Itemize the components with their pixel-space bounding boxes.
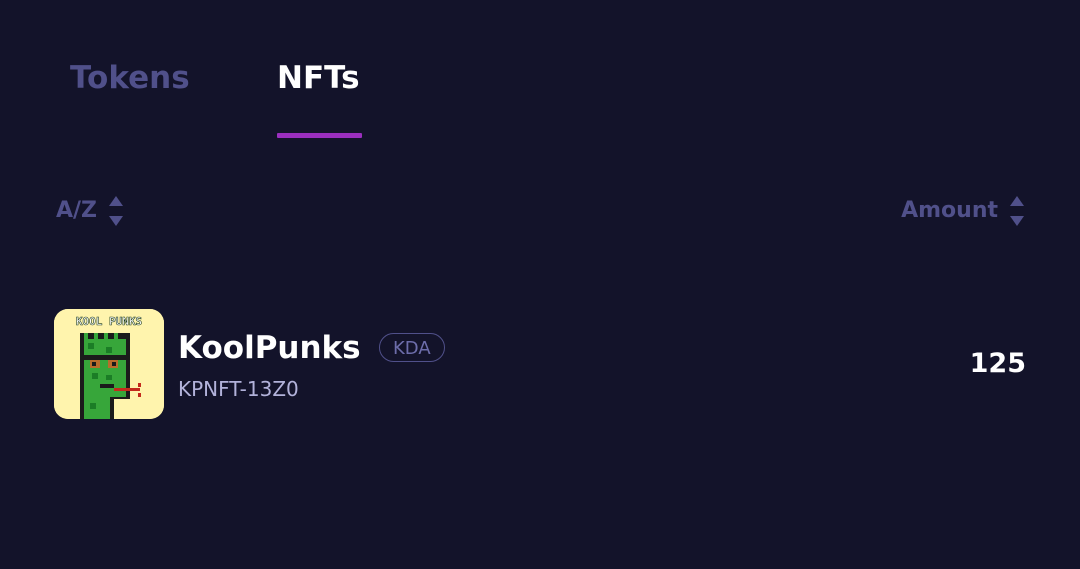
sort-amount-label: Amount: [901, 198, 998, 223]
sort-by-name-button[interactable]: A/Z: [56, 196, 124, 226]
tab-tokens[interactable]: Tokens: [70, 58, 190, 98]
nft-list-item[interactable]: KOOL PUNKS KoolPunks KDA KPNFT-13Z0 125: [54, 309, 1026, 419]
active-tab-indicator: [277, 133, 362, 138]
nft-amount: 125: [969, 348, 1026, 379]
nft-name: KoolPunks: [178, 330, 361, 366]
nft-thumbnail: KOOL PUNKS: [54, 309, 164, 419]
tab-nfts[interactable]: NFTs: [277, 58, 360, 98]
thumbnail-logo-text: KOOL PUNKS: [76, 315, 142, 328]
sort-by-amount-button[interactable]: Amount: [901, 196, 1024, 226]
nft-id: KPNFT-13Z0: [178, 377, 299, 401]
chain-badge: KDA: [379, 333, 445, 362]
sort-name-label: A/Z: [56, 198, 98, 223]
sort-arrows-icon: [1010, 196, 1024, 226]
sort-arrows-icon: [109, 196, 124, 226]
